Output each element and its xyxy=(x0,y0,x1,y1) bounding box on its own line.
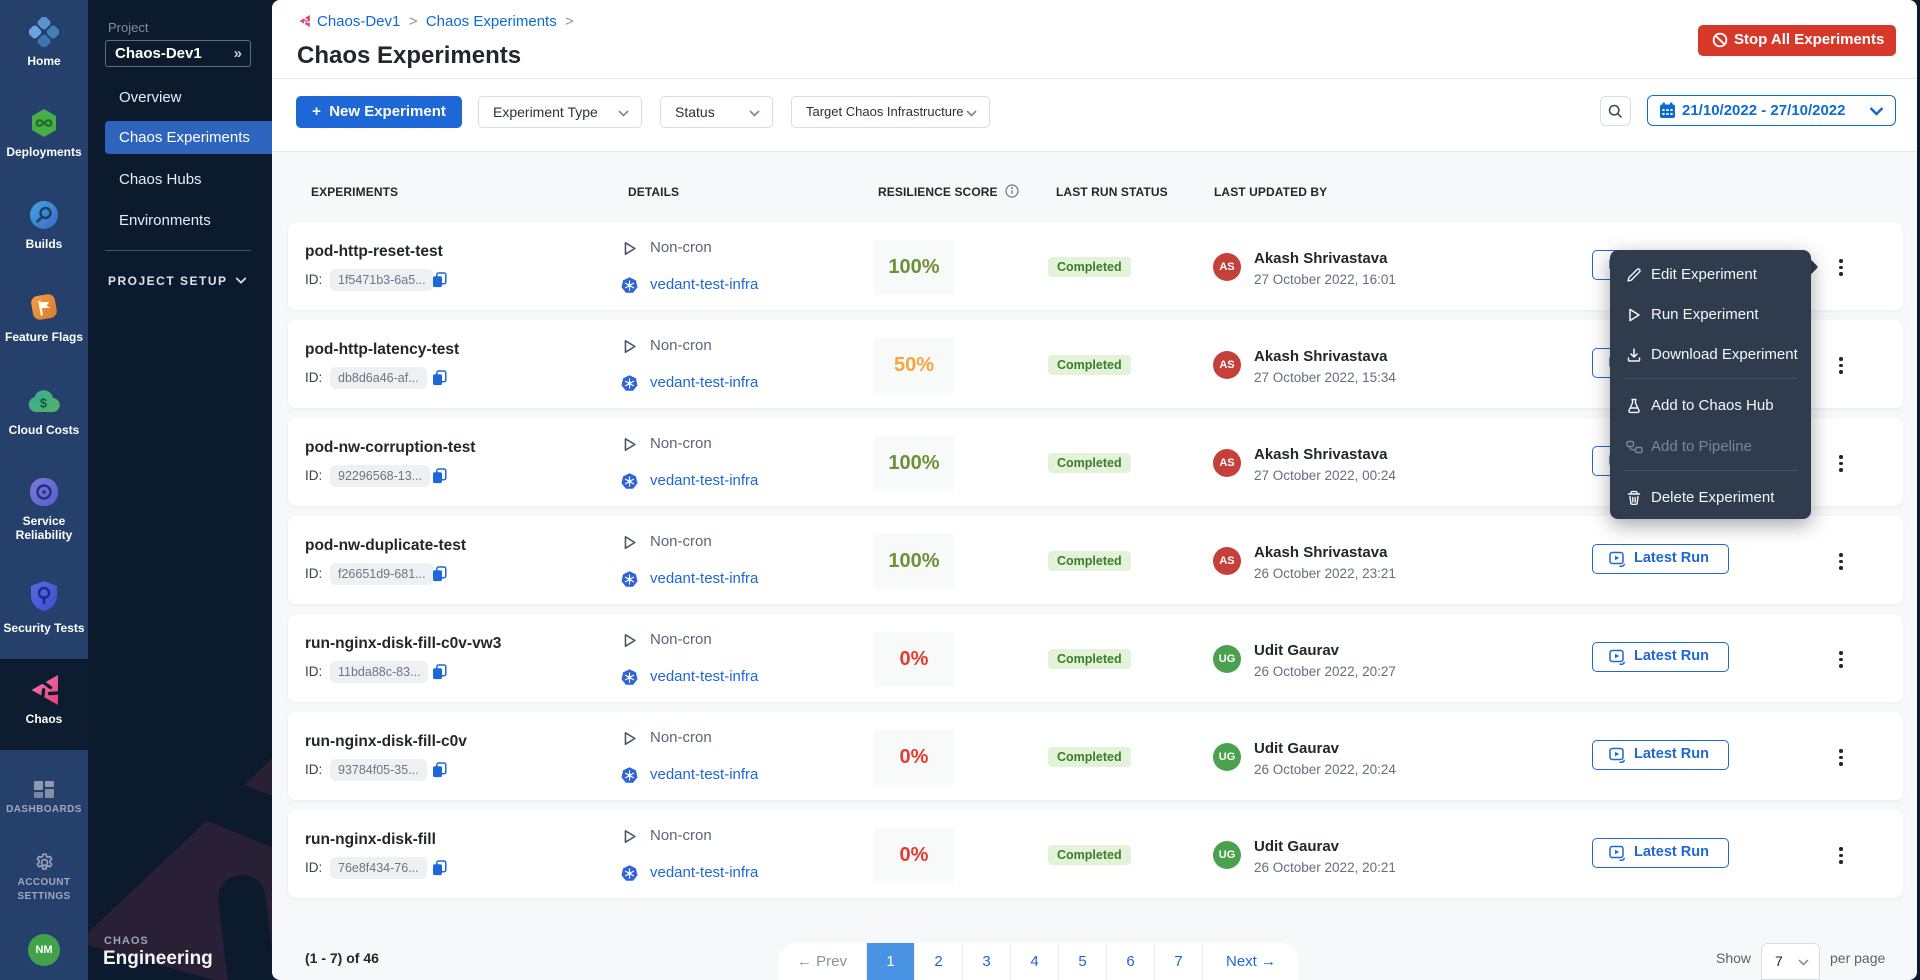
svg-text:$: $ xyxy=(40,396,48,411)
